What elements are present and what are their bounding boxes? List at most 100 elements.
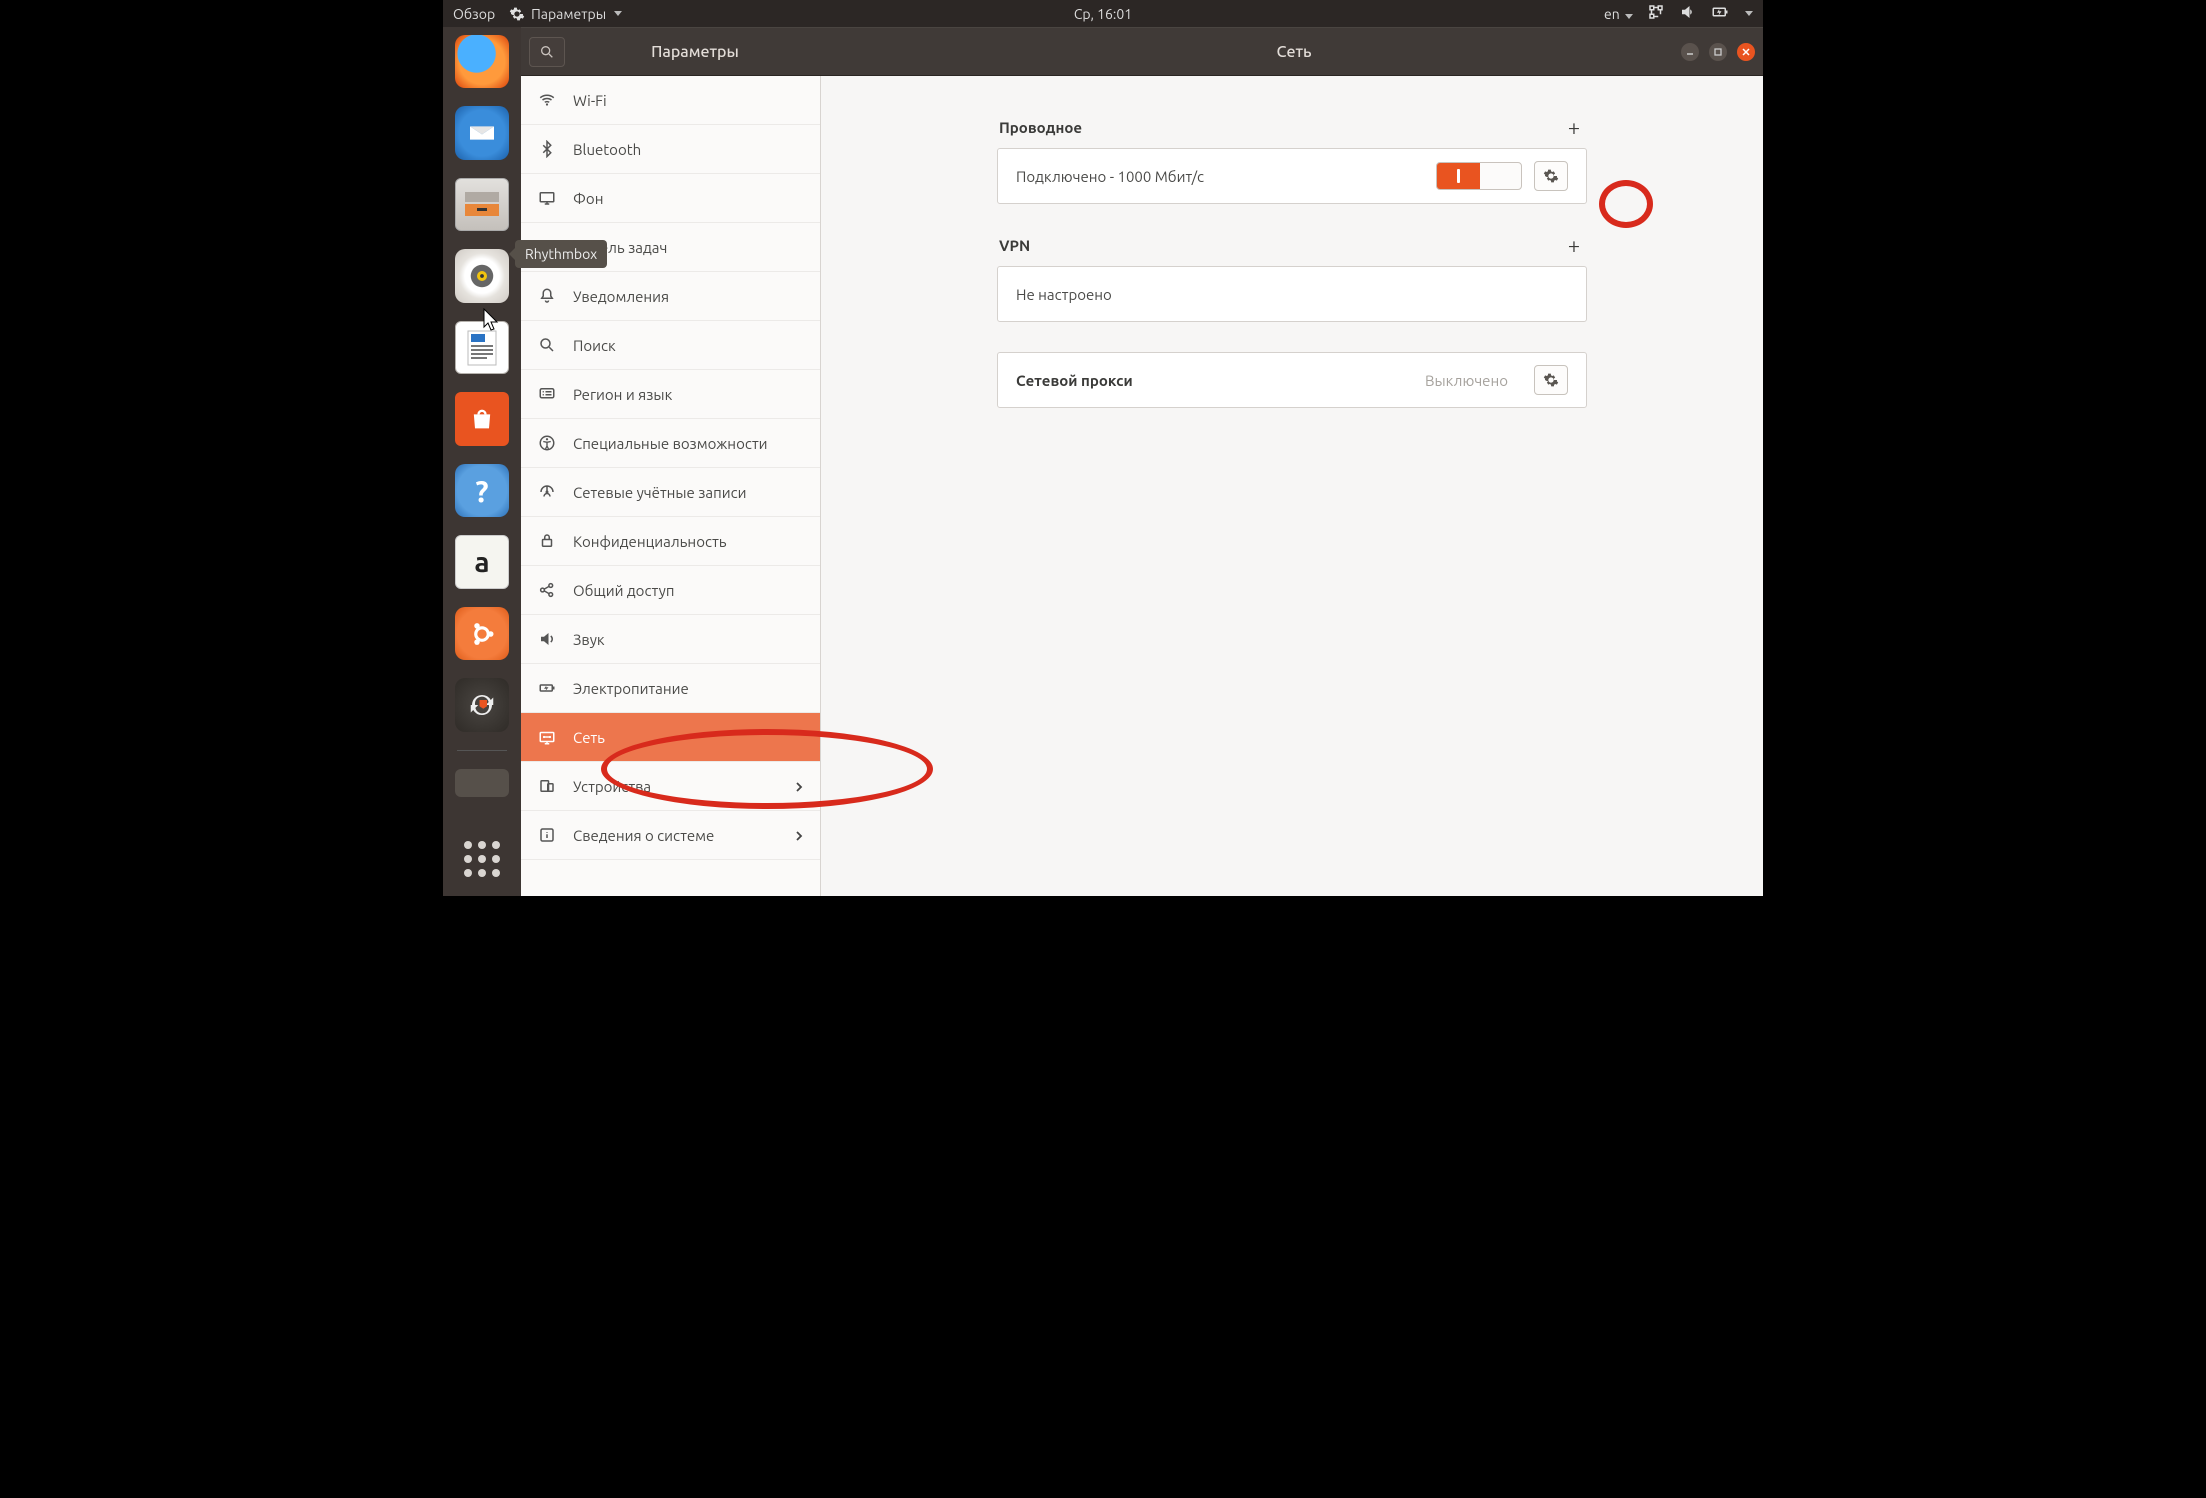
top-panel: Обзор Параметры Ср, 16:01 en (443, 0, 1763, 27)
settings-content: Проводное + Подключено - 1000 Мбит/с (821, 76, 1763, 896)
bag-icon (468, 405, 496, 433)
sound-icon (537, 629, 557, 649)
sidebar-item-sound[interactable]: Звук (521, 615, 820, 664)
activities-button[interactable]: Обзор (453, 6, 495, 22)
page-title: Сеть (825, 43, 1763, 61)
sidebar-item-a11y[interactable]: Специальные возможности (521, 419, 820, 468)
sidebar-item-label: Сеть (573, 729, 605, 746)
dock-rhythmbox[interactable] (455, 249, 509, 302)
search-icon (537, 335, 557, 355)
vpn-status-label: Не настроено (1016, 286, 1568, 303)
wired-toggle[interactable] (1436, 162, 1522, 190)
sidebar-item-notifications[interactable]: Уведомления (521, 272, 820, 321)
battery-tray-icon[interactable] (1711, 3, 1729, 24)
power-icon (537, 678, 557, 698)
dock-separator (457, 750, 507, 751)
speaker-icon (467, 261, 497, 291)
section-proxy: Сетевой прокси Выключено (997, 352, 1587, 408)
network-tray-icon[interactable] (1647, 3, 1665, 24)
search-button[interactable] (529, 37, 565, 67)
sidebar-item-sharing[interactable]: Общий доступ (521, 566, 820, 615)
a11y-icon (537, 433, 557, 453)
sidebar-item-devices[interactable]: Устройства (521, 762, 820, 811)
sidebar-item-details[interactable]: Сведения о системе (521, 811, 820, 860)
mail-icon (466, 117, 498, 149)
dock-updater[interactable] (455, 678, 509, 731)
settings-sidebar: Wi-FiBluetoothФонПанель задачУведомления… (521, 76, 821, 896)
dock-tooltip: Rhythmbox (515, 240, 607, 268)
sidebar-item-network[interactable]: Сеть (521, 713, 820, 762)
online-accounts-icon (537, 482, 557, 502)
dock-mounted-drive[interactable] (455, 769, 509, 797)
add-wired-button[interactable]: + (1563, 116, 1585, 138)
settings-window: Параметры Сеть Wi-FiBluetoothФонПанель з… (521, 27, 1763, 896)
sidebar-title: Параметры (565, 43, 825, 61)
sidebar-item-bluetooth[interactable]: Bluetooth (521, 125, 820, 174)
app-menu[interactable]: Параметры (509, 6, 622, 22)
input-language[interactable]: en (1604, 6, 1633, 22)
wired-connection-row: Подключено - 1000 Мбит/с (998, 149, 1586, 203)
chevron-right-icon (794, 827, 804, 844)
sidebar-item-wifi[interactable]: Wi-Fi (521, 76, 820, 125)
system-menu-chevron[interactable] (1745, 11, 1753, 16)
section-title-vpn: VPN (999, 237, 1030, 254)
dock-show-apps[interactable] (455, 833, 509, 886)
details-icon (537, 825, 557, 845)
chevron-right-icon (794, 778, 804, 795)
dock-help[interactable]: ? (455, 464, 509, 517)
proxy-row[interactable]: Сетевой прокси Выключено (998, 353, 1586, 407)
privacy-icon (537, 531, 557, 551)
sidebar-item-label: Wi-Fi (573, 92, 607, 109)
dock-thunderbird[interactable] (455, 106, 509, 159)
clock[interactable]: Ср, 16:01 (1074, 6, 1132, 22)
sidebar-item-label: Конфиденциальность (573, 533, 727, 550)
sidebar-item-privacy[interactable]: Конфиденциальность (521, 517, 820, 566)
devices-icon (537, 776, 557, 796)
sidebar-item-label: Уведомления (573, 288, 669, 305)
wired-settings-button[interactable] (1534, 161, 1568, 191)
app-menu-label: Параметры (531, 6, 606, 22)
dock-files[interactable] (455, 178, 509, 232)
section-title-wired: Проводное (999, 119, 1082, 136)
wifi-icon (537, 90, 557, 110)
volume-tray-icon[interactable] (1679, 3, 1697, 24)
dock-firefox[interactable] (455, 35, 509, 88)
sidebar-item-label: Специальные возможности (573, 435, 768, 452)
proxy-settings-button[interactable] (1534, 365, 1568, 395)
sidebar-item-background[interactable]: Фон (521, 174, 820, 223)
amazon-icon: a (474, 547, 489, 578)
sidebar-item-power[interactable]: Электропитание (521, 664, 820, 713)
drawer-icon (463, 190, 501, 220)
sidebar-item-label: Общий доступ (573, 582, 674, 599)
dock-software[interactable] (455, 392, 509, 445)
window-minimize[interactable] (1681, 43, 1699, 61)
wired-status-label: Подключено - 1000 Мбит/с (1016, 168, 1436, 185)
sidebar-item-region[interactable]: Регион и язык (521, 370, 820, 419)
add-vpn-button[interactable]: + (1563, 234, 1585, 256)
sharing-icon (537, 580, 557, 600)
sidebar-item-label: Сведения о системе (573, 827, 714, 844)
sidebar-item-label: Устройства (573, 778, 651, 795)
window-close[interactable] (1737, 43, 1755, 61)
settings-app-icon (509, 6, 525, 22)
search-icon (539, 44, 555, 60)
sidebar-item-search[interactable]: Поиск (521, 321, 820, 370)
launcher-dock: ? a (443, 27, 521, 896)
background-icon (537, 188, 557, 208)
section-wired: Проводное + Подключено - 1000 Мбит/с (997, 116, 1587, 204)
sidebar-item-label: Сетевые учётные записи (573, 484, 746, 501)
question-icon: ? (475, 474, 488, 508)
dock-amazon[interactable]: a (455, 535, 509, 589)
update-icon (467, 690, 497, 720)
notifications-icon (537, 286, 557, 306)
window-maximize[interactable] (1709, 43, 1727, 61)
sidebar-item-label: Фон (573, 190, 603, 207)
dock-ubuntu[interactable] (455, 607, 509, 660)
proxy-title: Сетевой прокси (1016, 372, 1425, 389)
sidebar-item-label: Bluetooth (573, 141, 641, 158)
region-icon (537, 384, 557, 404)
bluetooth-icon (537, 139, 557, 159)
sidebar-item-online-accounts[interactable]: Сетевые учётные записи (521, 468, 820, 517)
mouse-cursor (483, 308, 501, 334)
chevron-down-icon (614, 11, 622, 16)
